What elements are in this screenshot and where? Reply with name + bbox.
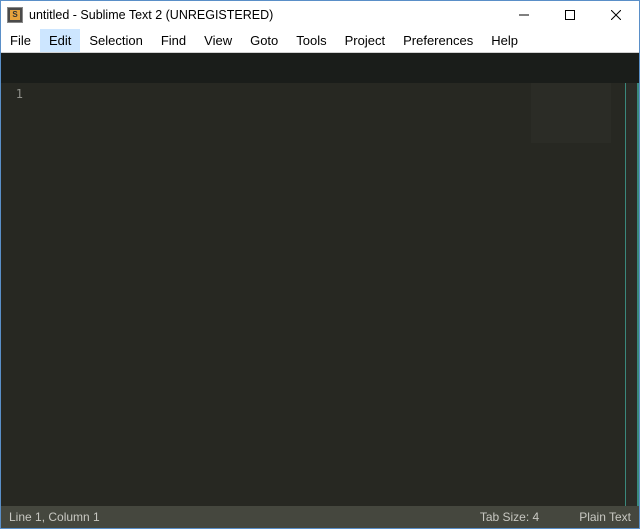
menu-item-tools[interactable]: Tools	[287, 29, 335, 52]
minimap[interactable]	[531, 83, 611, 143]
maximize-icon	[565, 10, 575, 20]
menu-item-find[interactable]: Find	[152, 29, 195, 52]
titlebar[interactable]: S untitled - Sublime Text 2 (UNREGISTERE…	[1, 1, 639, 29]
menu-item-view[interactable]: View	[195, 29, 241, 52]
menu-item-project[interactable]: Project	[336, 29, 394, 52]
line-number: 1	[1, 87, 23, 101]
vertical-scrollbar[interactable]	[625, 83, 639, 506]
statusbar: Line 1, Column 1 Tab Size: 4 Plain Text	[1, 506, 639, 528]
status-syntax[interactable]: Plain Text	[579, 510, 631, 524]
menu-item-goto[interactable]: Goto	[241, 29, 287, 52]
menu-item-file[interactable]: File	[1, 29, 40, 52]
tab-strip[interactable]	[1, 53, 639, 83]
app-icon-glyph: S	[10, 10, 20, 20]
app-window: S untitled - Sublime Text 2 (UNREGISTERE…	[0, 0, 640, 529]
menu-item-preferences[interactable]: Preferences	[394, 29, 482, 52]
scrollbar-track	[637, 83, 639, 506]
window-title: untitled - Sublime Text 2 (UNREGISTERED)	[29, 8, 273, 22]
line-gutter: 1	[1, 83, 31, 506]
code-area[interactable]	[31, 83, 625, 506]
minimize-button[interactable]	[501, 1, 547, 29]
minimize-icon	[519, 10, 529, 20]
menu-item-help[interactable]: Help	[482, 29, 527, 52]
app-icon: S	[7, 7, 23, 23]
status-position[interactable]: Line 1, Column 1	[9, 510, 100, 524]
close-icon	[611, 10, 621, 20]
close-button[interactable]	[593, 1, 639, 29]
editor-area: 1	[1, 83, 639, 506]
menu-item-edit[interactable]: Edit	[40, 29, 80, 52]
menu-item-selection[interactable]: Selection	[80, 29, 151, 52]
maximize-button[interactable]	[547, 1, 593, 29]
status-tab-size[interactable]: Tab Size: 4	[480, 510, 539, 524]
menubar: FileEditSelectionFindViewGotoToolsProjec…	[1, 29, 639, 53]
window-controls	[501, 1, 639, 29]
